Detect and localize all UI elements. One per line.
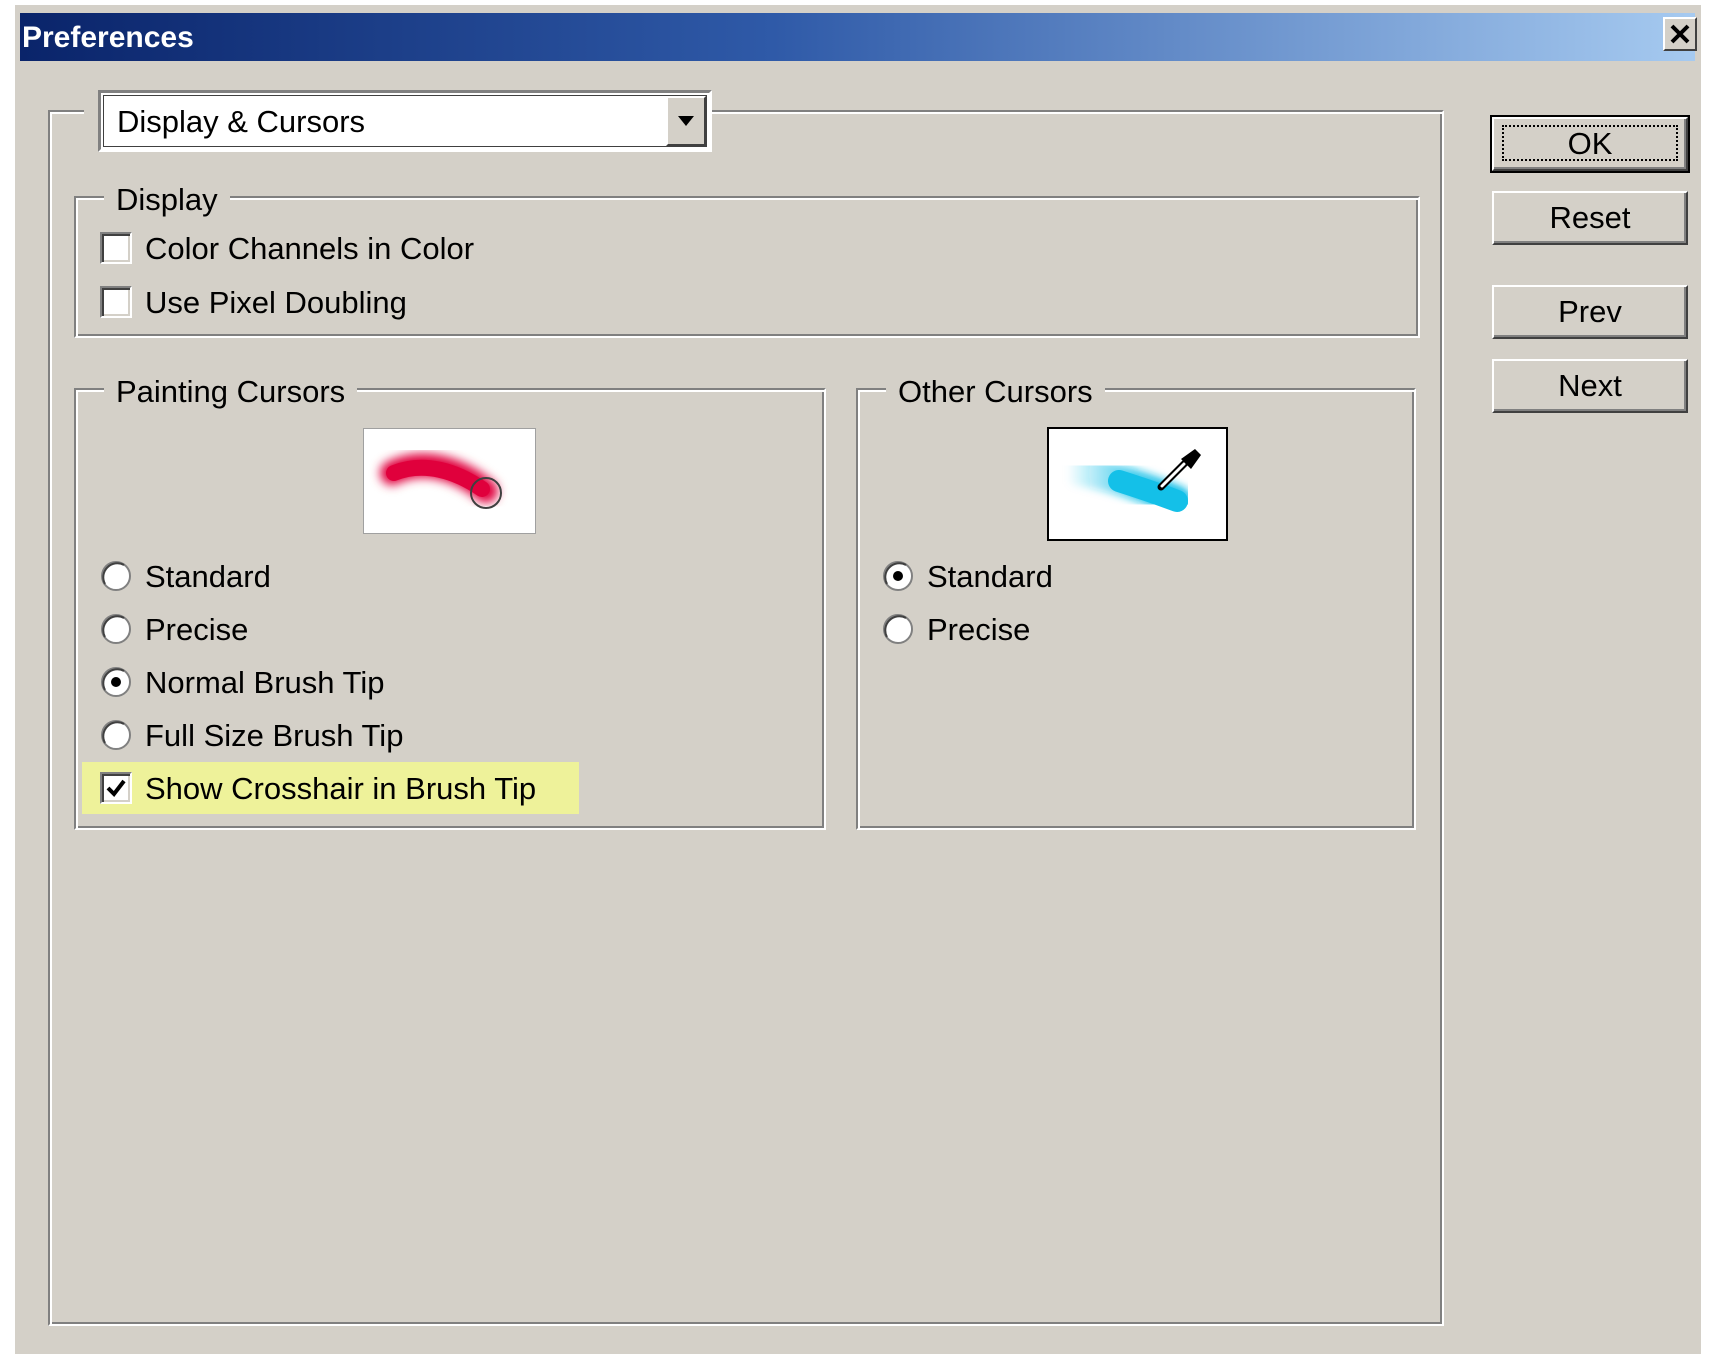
display-group-legend: Display <box>104 180 230 220</box>
next-button-label: Next <box>1558 368 1622 403</box>
eyedropper-stroke-image <box>1052 449 1201 516</box>
chevron-down-icon <box>678 116 694 126</box>
prev-button[interactable]: Prev <box>1492 285 1688 339</box>
painting-standard-label: Standard <box>145 559 271 594</box>
painting-standard-option[interactable]: Standard <box>100 554 400 600</box>
checkmark-icon <box>106 779 126 798</box>
pixel-doubling-option[interactable]: Use Pixel Doubling <box>100 280 500 326</box>
show-crosshair-checkbox[interactable] <box>100 772 132 804</box>
color-channels-label: Color Channels in Color <box>145 231 475 266</box>
normal-brush-tip-radio[interactable] <box>100 666 132 698</box>
color-channels-checkbox[interactable] <box>100 232 132 264</box>
painting-precise-option[interactable]: Precise <box>100 607 400 653</box>
other-precise-option[interactable]: Precise <box>882 607 1182 653</box>
other-cursors-legend: Other Cursors <box>886 372 1105 412</box>
painting-precise-label: Precise <box>145 612 249 647</box>
reset-button[interactable]: Reset <box>1492 191 1688 245</box>
show-crosshair-label: Show Crosshair in Brush Tip <box>145 771 537 806</box>
other-standard-radio[interactable] <box>882 560 914 592</box>
pixel-doubling-checkbox[interactable] <box>100 286 132 318</box>
prev-button-label: Prev <box>1558 294 1622 329</box>
section-select-value: Display & Cursors <box>117 104 366 139</box>
window-title: Preferences <box>22 21 194 54</box>
color-channels-option[interactable]: Color Channels in Color <box>100 226 500 272</box>
next-button[interactable]: Next <box>1492 359 1688 413</box>
other-cursor-preview <box>1047 427 1228 541</box>
painting-precise-radio[interactable] <box>100 613 132 645</box>
eyedropper-icon <box>1157 449 1201 491</box>
ok-button[interactable]: OK <box>1490 115 1690 173</box>
full-size-brush-tip-radio[interactable] <box>100 719 132 751</box>
title-bar[interactable] <box>20 13 1695 61</box>
show-crosshair-option[interactable]: Show Crosshair in Brush Tip <box>100 766 570 812</box>
brush-stroke-image <box>380 453 502 509</box>
section-select-arrow[interactable] <box>666 96 706 146</box>
other-standard-label: Standard <box>927 559 1053 594</box>
reset-button-label: Reset <box>1549 200 1631 235</box>
normal-brush-tip-option[interactable]: Normal Brush Tip <box>100 660 500 706</box>
normal-brush-tip-label: Normal Brush Tip <box>145 665 385 700</box>
pixel-doubling-label: Use Pixel Doubling <box>145 285 407 320</box>
other-precise-label: Precise <box>927 612 1031 647</box>
painting-cursors-legend: Painting Cursors <box>104 372 358 412</box>
close-button[interactable] <box>1663 17 1697 51</box>
focus-ring <box>1502 125 1678 161</box>
section-select[interactable]: Display & Cursors <box>98 90 712 152</box>
full-size-brush-tip-label: Full Size Brush Tip <box>145 718 404 753</box>
painting-cursor-preview <box>363 428 536 534</box>
close-icon <box>1670 24 1690 44</box>
full-size-brush-tip-option[interactable]: Full Size Brush Tip <box>100 713 500 759</box>
other-standard-option[interactable]: Standard <box>882 554 1182 600</box>
painting-standard-radio[interactable] <box>100 560 132 592</box>
other-precise-radio[interactable] <box>882 613 914 645</box>
